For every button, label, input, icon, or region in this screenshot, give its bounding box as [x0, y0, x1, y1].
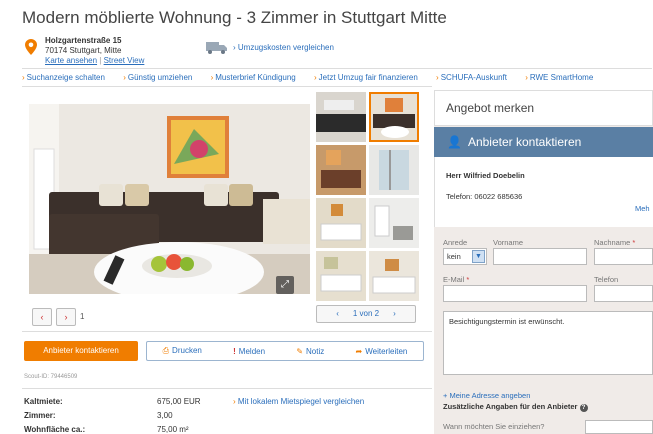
- message-textarea[interactable]: Besichtigungstermin ist erwünscht.: [443, 311, 653, 375]
- provider-name: Herr Wilfried Doebelin: [446, 171, 525, 180]
- location-pin-icon: [25, 39, 37, 55]
- salutation-select[interactable]: kein ▼: [443, 248, 487, 265]
- address-city: 70174 Stuttgart, Mitte: [45, 46, 122, 55]
- thumbnail-pager[interactable]: ‹ 1 von 2 ›: [316, 305, 416, 323]
- area-value: 75,00 m²: [157, 425, 189, 434]
- exclamation-icon: !: [233, 346, 236, 356]
- page-title: Modern möblierte Wohnung - 3 Zimmer in S…: [22, 8, 447, 27]
- street-view-link[interactable]: Street View: [104, 56, 145, 65]
- more-link[interactable]: Meh: [635, 204, 650, 213]
- thumbnail-grid: [316, 92, 420, 301]
- email-label: E-Mail *: [443, 275, 470, 284]
- extra-info-header: Zusätzliche Angaben für den Anbieter ?: [443, 402, 588, 412]
- firstname-input[interactable]: [493, 248, 587, 265]
- link-search-ad[interactable]: › Suchanzeige schalten: [22, 73, 113, 82]
- thumbnail[interactable]: [316, 251, 366, 301]
- quick-links: › Suchanzeige schalten › Günstig umziehen …: [22, 73, 609, 82]
- pencil-icon: ✎: [296, 346, 304, 356]
- link-cheap-move[interactable]: › Günstig umziehen: [123, 73, 200, 82]
- dropdown-arrow-icon: ▼: [472, 250, 485, 263]
- link-finance-move[interactable]: › Jetzt Umzug fair finanzieren: [314, 73, 426, 82]
- address-street: Holzgartenstraße 15: [45, 36, 122, 45]
- truck-icon: [206, 42, 227, 54]
- rent-value: 675,00 EUR: [157, 397, 201, 406]
- lastname-input[interactable]: [594, 248, 653, 265]
- gallery-next-button[interactable]: ›: [56, 308, 76, 326]
- rooms-value: 3,00: [157, 411, 173, 420]
- thumbnail[interactable]: [369, 145, 419, 195]
- map-link[interactable]: Karte ansehen: [45, 56, 97, 65]
- move-in-select[interactable]: [585, 420, 653, 434]
- thumbnail-selected[interactable]: [369, 92, 419, 142]
- note-button[interactable]: ✎ Notiz: [296, 347, 324, 356]
- move-cost-link[interactable]: › Umzugskosten vergleichen: [233, 43, 334, 52]
- thumbnail[interactable]: [316, 198, 366, 248]
- link-termination-letter[interactable]: › Musterbrief Kündigung: [211, 73, 304, 82]
- phone-input[interactable]: [594, 285, 653, 302]
- phone-label: Telefon: [594, 275, 619, 284]
- link-schufa[interactable]: › SCHUFA-Auskunft: [436, 73, 515, 82]
- provider-phone: Telefon: 06022 685636: [446, 192, 523, 201]
- move-in-label: Wann möchten Sie einziehen?: [443, 422, 545, 431]
- main-photo[interactable]: [29, 104, 310, 294]
- living-room-image: [29, 104, 310, 294]
- area-label: Wohnfläche ca.:: [24, 425, 86, 434]
- link-rwe-smarthome[interactable]: › RWE SmartHome: [525, 73, 601, 82]
- scout-id: Scout-ID: 79446509: [24, 374, 78, 380]
- gallery-prev-button[interactable]: ‹: [32, 308, 52, 326]
- help-icon[interactable]: ?: [579, 404, 588, 412]
- rent-label: Kaltmiete:: [24, 397, 63, 406]
- forward-arrow-icon: ➦: [355, 346, 363, 356]
- email-input[interactable]: [443, 285, 587, 302]
- vorname-label: Vorname: [493, 238, 524, 247]
- nachname-label: Nachname *: [594, 238, 636, 247]
- gallery-index: 1: [80, 312, 85, 321]
- my-address-link[interactable]: + Meine Adresse angeben: [443, 391, 530, 400]
- fullscreen-icon[interactable]: ⤢: [276, 276, 294, 294]
- printer-icon: ⎙: [162, 346, 170, 355]
- contact-provider-button[interactable]: Anbieter kontaktieren: [24, 341, 138, 361]
- thumbnail[interactable]: [369, 251, 419, 301]
- anrede-label: Anrede: [443, 238, 468, 247]
- rent-index-link[interactable]: › Mit lokalem Mietspiegel vergleichen: [233, 397, 364, 406]
- person-icon: 👤: [447, 135, 462, 149]
- print-button[interactable]: ⎙ Drucken: [163, 346, 202, 356]
- contact-header: 👤 Anbieter kontaktieren: [434, 127, 653, 157]
- forward-button[interactable]: ➦ Weiterleiten: [356, 347, 408, 356]
- save-offer-label[interactable]: Angebot merken: [446, 101, 534, 115]
- thumbnail[interactable]: [316, 145, 366, 195]
- action-bar: ⎙ Drucken ! Melden ✎ Notiz ➦ Weiterleiten: [146, 341, 424, 361]
- rooms-label: Zimmer:: [24, 411, 56, 420]
- report-button[interactable]: ! Melden: [233, 347, 265, 356]
- address-block: Holzgartenstraße 15 70174 Stuttgart, Mit…: [45, 36, 145, 65]
- thumbnail[interactable]: [316, 92, 366, 142]
- thumbnail[interactable]: [369, 198, 419, 248]
